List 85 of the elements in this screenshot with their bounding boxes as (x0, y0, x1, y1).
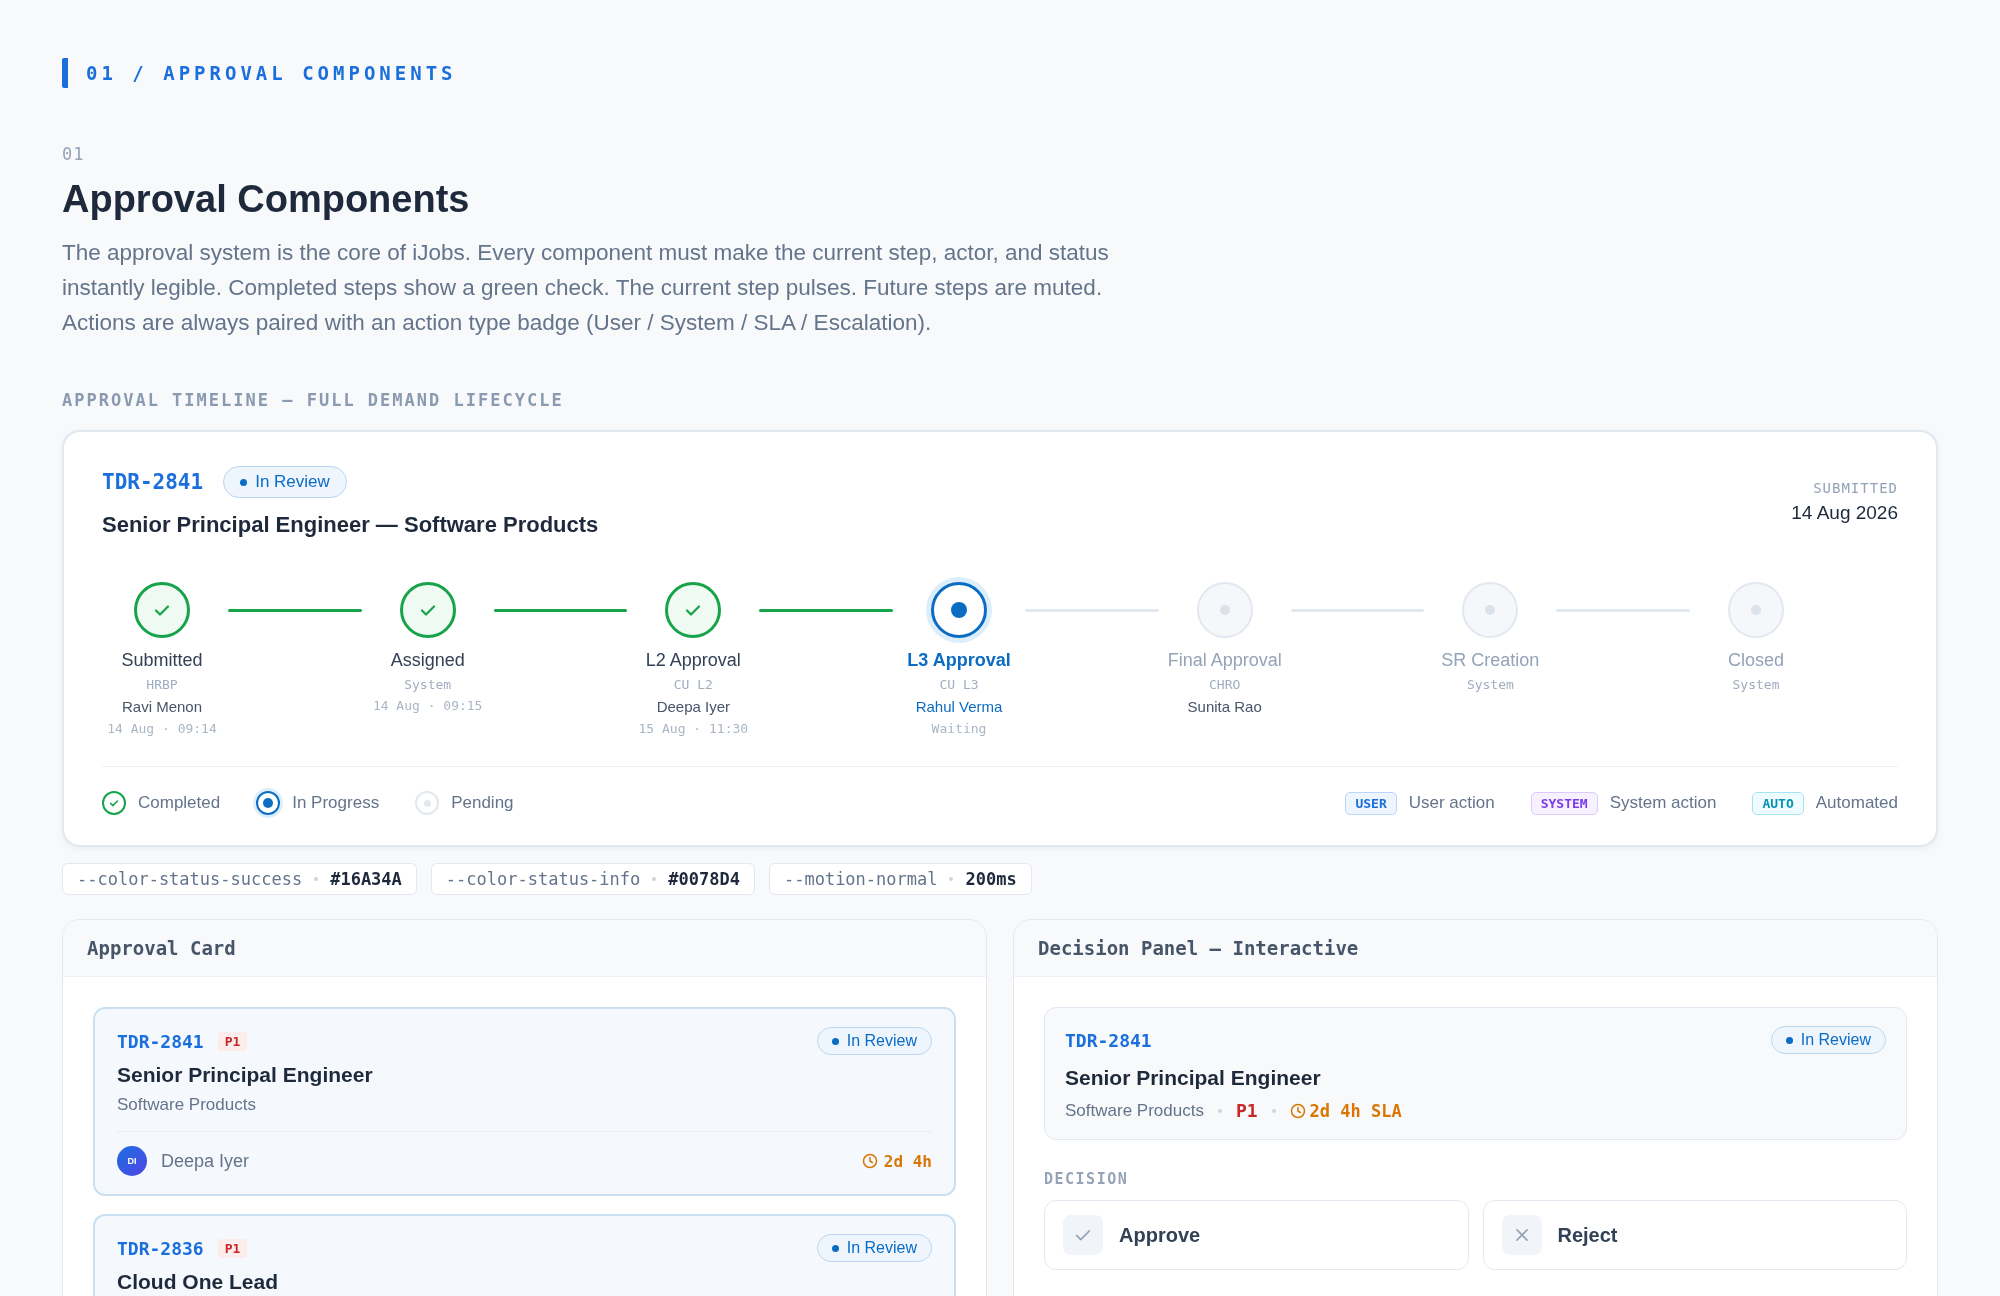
demand-id[interactable]: TDR-2841 (1065, 1029, 1152, 1051)
step-actor: Rahul Verma (915, 698, 1003, 715)
pending-step-icon (415, 791, 440, 815)
approval-card[interactable]: TDR-2841 P1 In Review Senior Principal Engineer Software Products DI Deepa Iyer 2d 4h (93, 1007, 956, 1196)
separator-dot (949, 877, 954, 881)
token-name: --motion-normal (783, 869, 938, 889)
decision-label: DECISION (1044, 1170, 1130, 1188)
section-eyebrow: 01 / APPROVAL COMPONENTS (62, 58, 457, 88)
priority-label: P1 (1235, 1100, 1258, 1121)
owner-name: Deepa Iyer (161, 1150, 250, 1172)
step-role: CU L3 (939, 677, 979, 692)
step-actor: Deepa Iyer (656, 698, 731, 715)
legend-label: Automated (1815, 793, 1898, 813)
priority-badge: P1 (217, 1238, 248, 1258)
token-name: --color-status-info (445, 869, 641, 889)
demand-id[interactable]: TDR-2841 (117, 1030, 204, 1052)
business-unit: Software Products (1065, 1100, 1204, 1121)
action-type-badge: USER (1345, 791, 1397, 815)
step-label: SR Creation (1441, 650, 1540, 671)
sla-time: 2d 4h SLA (1309, 1100, 1402, 1121)
intro-paragraph: The approval system is the core of iJobs. Every component must make the current step, actor, and status instantly legible. Completed steps show a green check. The current step pulses. Future steps are muted. Actions are always paired with an action type badge (User / System / SLA / Escalation). (62, 239, 1110, 337)
status-badge: In Review (816, 1234, 932, 1262)
status-badge: In Review (1770, 1026, 1886, 1054)
sla-time: 2d 4h (883, 1151, 932, 1171)
section-number: 01 (62, 144, 86, 164)
separator-dot (652, 877, 657, 881)
step-role: HRBP (146, 677, 178, 692)
demand-title: Senior Principal Engineer — Software Products (102, 512, 599, 538)
priority-badge: P1 (217, 1031, 248, 1051)
section-label: APPROVAL TIMELINE — FULL DEMAND LIFECYCLE (62, 390, 565, 410)
current-step-icon (256, 791, 281, 815)
check-circle-icon (102, 791, 126, 815)
card-title: Cloud One Lead (117, 1270, 279, 1294)
action-type-badge: AUTO (1752, 791, 1804, 815)
clock-icon (1289, 1102, 1306, 1119)
step-label: L2 Approval (645, 650, 741, 671)
token-value: #0078D4 (668, 869, 740, 889)
demand-id[interactable]: TDR-2836 (117, 1237, 204, 1259)
check-icon (1063, 1215, 1103, 1255)
step-time: Waiting (931, 721, 987, 736)
separator-dot (314, 877, 319, 881)
demand-id[interactable]: TDR-2841 (102, 470, 204, 494)
step-label: Assigned (390, 650, 465, 671)
step-time: 15 Aug · 11:30 (638, 721, 749, 736)
close-icon (1501, 1215, 1542, 1255)
legend-label: In Progress (292, 793, 380, 813)
legend-label: Completed (138, 793, 221, 813)
token-name: --color-status-success (77, 869, 303, 889)
submitted-label: SUBMITTED (1812, 480, 1898, 496)
panel-title: Decision Panel — Interactive (1014, 920, 1937, 977)
reject-button[interactable]: Reject (1482, 1200, 1907, 1270)
approval-card[interactable]: TDR-2836 P1 In Review Cloud One Lead (93, 1214, 956, 1296)
approve-button[interactable]: Approve (1044, 1200, 1469, 1270)
step-actor: Sunita Rao (1187, 698, 1262, 715)
check-circle-icon (134, 582, 190, 638)
token-value: 200ms (965, 869, 1017, 889)
card-title: Senior Principal Engineer (1065, 1066, 1322, 1090)
legend-label: Pending (451, 793, 514, 813)
step-role: System (404, 677, 452, 692)
step-time: 14 Aug · 09:15 (372, 698, 483, 713)
step-role: CU L2 (673, 677, 713, 692)
token-value: #16A34A (330, 869, 402, 889)
status-badge: In Review (223, 466, 347, 498)
step-label: Submitted (121, 650, 203, 671)
step-label: Closed (1728, 650, 1785, 671)
submitted-date: 14 Aug 2026 (1791, 502, 1898, 524)
step-role: System (1466, 677, 1514, 692)
step-label: Final Approval (1167, 650, 1282, 671)
card-title: Senior Principal Engineer (117, 1063, 374, 1087)
legend-label: User action (1408, 793, 1495, 813)
action-type-badge: SYSTEM (1530, 791, 1598, 815)
step-actor: Ravi Menon (121, 698, 202, 715)
separator-dot (1271, 1108, 1276, 1113)
clock-icon (861, 1153, 878, 1169)
step-role: CHRO (1209, 677, 1241, 692)
step-time: 14 Aug · 09:14 (107, 721, 217, 736)
status-badge: In Review (816, 1027, 932, 1055)
step-label: L3 Approval (907, 650, 1011, 671)
card-subtitle: Software Products (117, 1095, 257, 1115)
avatar: DI (117, 1146, 147, 1176)
panel-title: Approval Card (63, 920, 986, 977)
step-role: System (1732, 677, 1780, 692)
page-title: Approval Components (62, 178, 471, 221)
separator-dot (1217, 1108, 1222, 1113)
legend-label: System action (1609, 793, 1717, 813)
